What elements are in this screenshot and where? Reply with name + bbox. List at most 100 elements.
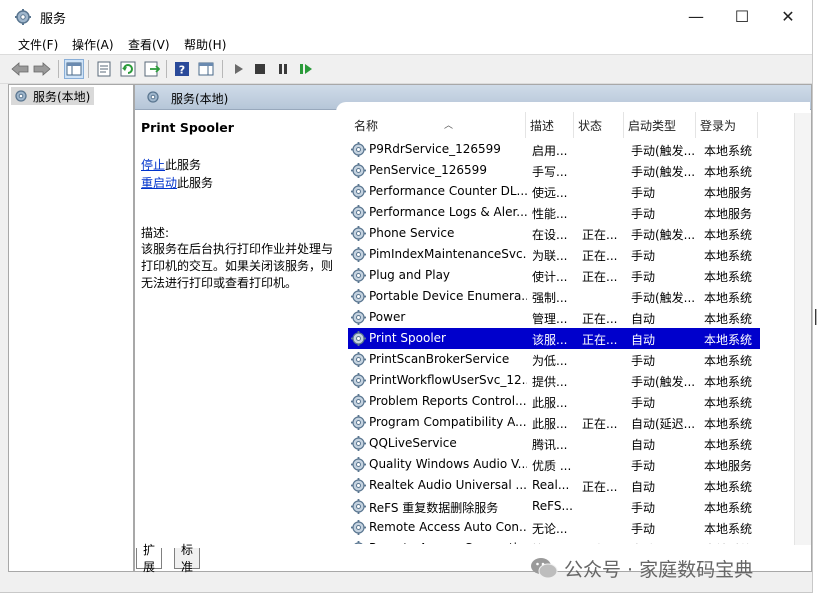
- tab-extended[interactable]: 扩展: [136, 543, 163, 574]
- service-description: Real...: [532, 478, 570, 492]
- service-name: PenService_126599: [369, 163, 487, 177]
- service-gear-icon: [351, 163, 366, 178]
- export-list-icon[interactable]: [142, 59, 162, 79]
- column-header-name[interactable]: 名称 ︿: [350, 112, 526, 138]
- help-icon[interactable]: ?: [172, 59, 192, 79]
- restart-service-icon[interactable]: [296, 59, 316, 79]
- service-logon-as: 本地系统: [704, 541, 760, 544]
- column-header-description[interactable]: 描述: [526, 112, 574, 138]
- service-row[interactable]: Problem Reports Control... 此服... 手动 本地系统: [348, 391, 760, 412]
- column-header-logon[interactable]: 登录为: [696, 112, 758, 138]
- service-row[interactable]: Print Spooler 该服... 正在... 自动 本地系统: [348, 328, 760, 349]
- service-row[interactable]: PrintScanBrokerService 为低... 手动 本地系统: [348, 349, 760, 370]
- service-row[interactable]: Plug and Play 使计... 正在... 手动 本地系统: [348, 265, 760, 286]
- service-startup-type: 自动: [631, 312, 656, 326]
- service-row[interactable]: Remote Access Connecti... 管理... 正在... 自动本地系…: [348, 538, 760, 544]
- service-row[interactable]: Realtek Audio Universal ... Real... 正在... 自…: [348, 475, 760, 496]
- watermark: 公众号 · 家庭数码宝典: [530, 555, 753, 581]
- service-row[interactable]: PenService_126599 手写... 手动(触发... 本地系统: [348, 160, 760, 181]
- service-row[interactable]: Remote Access Auto Con... 无论... 手动 本地系统: [348, 517, 760, 538]
- service-startup-type: 自动: [631, 541, 701, 544]
- service-name: PrintWorkflowUserSvc_12...: [369, 373, 527, 387]
- service-description: 手写...: [532, 165, 568, 179]
- service-status: 正在...: [582, 480, 618, 494]
- service-description: 此服...: [532, 396, 568, 410]
- tab-standard[interactable]: 标准: [174, 543, 201, 574]
- service-row[interactable]: Quality Windows Audio V... 优质 ... 手动 本地服务: [348, 454, 760, 475]
- service-gear-icon: [351, 184, 366, 199]
- minimize-button[interactable]: —: [673, 0, 719, 32]
- service-gear-icon: [351, 310, 366, 325]
- service-row[interactable]: PimIndexMaintenanceSvc... 为联... 正在... 手动 本地系…: [348, 244, 760, 265]
- service-name: Performance Logs & Aler...: [369, 205, 527, 219]
- description-label: 描述:: [141, 226, 170, 240]
- service-description: 强制...: [532, 291, 568, 305]
- service-gear-icon: [351, 415, 366, 430]
- description-panel: Print Spooler 停止此服务 重启动此服务 描述: 该服务在后台执行打…: [135, 110, 335, 555]
- service-name: ReFS 重复数据删除服务: [369, 501, 499, 515]
- menu-file[interactable]: 文件(F): [18, 36, 58, 53]
- properties-icon[interactable]: [94, 59, 114, 79]
- stop-service-line: 停止此服务: [141, 156, 201, 173]
- service-status: 正在...: [582, 270, 618, 284]
- service-name: Quality Windows Audio V...: [369, 457, 527, 471]
- refresh-icon[interactable]: [118, 59, 138, 79]
- service-row[interactable]: Performance Logs & Aler... 性能... 手动 本地服务: [348, 202, 760, 223]
- service-gear-icon: [351, 142, 366, 157]
- service-row[interactable]: Phone Service 在设... 正在... 手动(触发... 本地系统: [348, 223, 760, 244]
- restart-service-line: 重启动此服务: [141, 174, 213, 191]
- stop-service-icon[interactable]: [250, 59, 270, 79]
- service-row[interactable]: Portable Device Enumera... 强制... 手动(触发... 本…: [348, 286, 760, 307]
- background-window-fragment: |: [813, 306, 819, 325]
- forward-arrow-icon[interactable]: [32, 59, 52, 79]
- column-header-startup-type[interactable]: 启动类型: [624, 112, 696, 138]
- service-startup-type: 自动(延迟...: [631, 417, 696, 431]
- service-row[interactable]: PrintWorkflowUserSvc_12... 提供... 手动(触发... 本…: [348, 370, 760, 391]
- menu-help[interactable]: 帮助(H): [184, 36, 226, 53]
- service-logon-as: 本地系统: [704, 396, 753, 410]
- service-row[interactable]: Program Compatibility A... 此服... 正在... 自动(延…: [348, 412, 760, 433]
- service-status: 正在...: [582, 541, 622, 544]
- service-row[interactable]: Performance Counter DL... 使远... 手动 本地服务: [348, 181, 760, 202]
- services-gear-icon: [147, 91, 159, 103]
- tree-item-services-local[interactable]: 服务(本地): [11, 87, 95, 105]
- service-gear-icon: [351, 331, 366, 346]
- service-name: Portable Device Enumera...: [369, 289, 527, 303]
- service-row[interactable]: QQLiveService 腾讯... 自动 本地系统: [348, 433, 760, 454]
- close-button[interactable]: ✕: [765, 0, 811, 32]
- selected-service-name: Print Spooler: [141, 120, 234, 135]
- menu-action[interactable]: 操作(A): [72, 36, 114, 53]
- toolbar: ?: [0, 54, 812, 84]
- service-row[interactable]: P9RdrService_126599 启用... 手动(触发... 本地系统: [348, 139, 760, 160]
- list-vertical-scrollbar[interactable]: [794, 113, 811, 545]
- service-gear-icon: [351, 352, 366, 367]
- service-name: PrintScanBrokerService: [369, 352, 510, 366]
- service-startup-type: 手动: [631, 270, 656, 284]
- service-status: 正在...: [582, 312, 618, 326]
- column-header-status[interactable]: 状态: [574, 112, 624, 138]
- service-logon-as: 本地系统: [704, 375, 753, 389]
- service-row[interactable]: ReFS 重复数据删除服务 ReFS... 手动 本地系统: [348, 496, 760, 517]
- service-status: 正在...: [582, 228, 618, 242]
- service-name: Realtek Audio Universal ...: [369, 478, 527, 492]
- service-status: 正在...: [582, 417, 618, 431]
- service-startup-type: 手动(触发...: [631, 165, 696, 179]
- service-description: 提供...: [532, 375, 568, 389]
- window-title: 服务: [40, 12, 67, 27]
- show-hide-console-tree-icon[interactable]: [64, 59, 84, 79]
- restart-service-link[interactable]: 重启动: [141, 176, 177, 190]
- svg-text:?: ?: [179, 64, 185, 77]
- back-arrow-icon[interactable]: [10, 59, 30, 79]
- service-row[interactable]: Power 管理... 正在... 自动 本地系统: [348, 307, 760, 328]
- show-hide-action-pane-icon[interactable]: [196, 59, 216, 79]
- service-startup-type: 手动(触发...: [631, 291, 696, 305]
- pause-service-icon[interactable]: [273, 59, 293, 79]
- start-service-icon[interactable]: [228, 59, 248, 79]
- menu-view[interactable]: 查看(V): [128, 36, 170, 53]
- service-logon-as: 本地服务: [704, 186, 753, 200]
- maximize-button[interactable]: ☐: [719, 0, 765, 32]
- service-status: 正在...: [582, 249, 618, 263]
- service-description: 在设...: [532, 228, 568, 242]
- service-name: PimIndexMaintenanceSvc...: [369, 247, 527, 261]
- stop-service-link[interactable]: 停止: [141, 158, 165, 172]
